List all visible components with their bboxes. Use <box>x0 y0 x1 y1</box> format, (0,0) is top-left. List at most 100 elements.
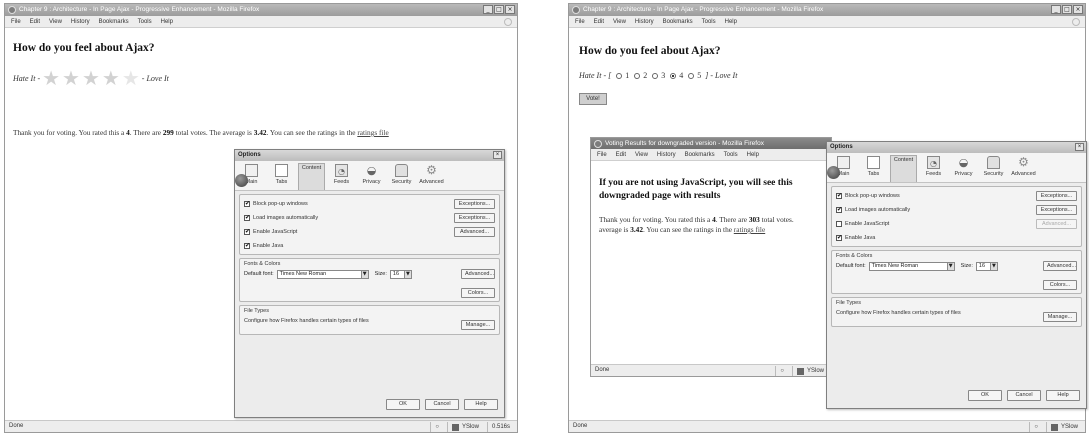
rating-radio-4[interactable] <box>670 72 677 79</box>
tab-privacy[interactable]: ◒ Privacy <box>950 155 977 182</box>
manage-button[interactable]: Manage... <box>1043 312 1077 322</box>
ratings-file-link[interactable]: ratings file <box>357 128 388 137</box>
checkbox-box-unchecked[interactable] <box>836 220 842 227</box>
menu-history[interactable]: History <box>71 16 90 27</box>
tab-advanced[interactable]: ⚙ Advanced <box>418 163 445 190</box>
cancel-button[interactable]: Cancel <box>1007 390 1041 401</box>
star-4[interactable]: ★ <box>102 68 120 88</box>
fonts-advanced-button[interactable]: Advanced... <box>461 269 495 279</box>
menu-help[interactable]: Help <box>747 149 759 160</box>
popup-exceptions-button[interactable]: Exceptions... <box>454 199 495 209</box>
load-images-checkbox[interactable]: ✔ Load images automatically Exceptions..… <box>240 212 499 223</box>
vote-button[interactable]: Vote! <box>579 93 607 105</box>
popup-exceptions-button[interactable]: Exceptions... <box>1036 191 1077 201</box>
menu-tools[interactable]: Tools <box>724 149 738 160</box>
cancel-button[interactable]: Cancel <box>425 399 459 410</box>
block-popups-checkbox[interactable]: ✔ Block pop-up windows Exceptions... <box>832 190 1081 201</box>
left-titlebar[interactable]: Chapter 9 : Architecture - In Page Ajax … <box>5 4 517 16</box>
help-button[interactable]: Help <box>464 399 498 410</box>
checkbox-box[interactable]: ✔ <box>244 200 250 207</box>
menu-file[interactable]: File <box>575 16 585 27</box>
ratings-file-link[interactable]: ratings file <box>734 225 765 234</box>
tab-advanced[interactable]: ⚙ Advanced <box>1010 155 1037 182</box>
menu-view[interactable]: View <box>635 149 648 160</box>
yslow-button[interactable]: YSlow <box>791 366 828 376</box>
enable-java-checkbox[interactable]: ✔ Enable Java <box>832 232 1081 243</box>
images-exceptions-button[interactable]: Exceptions... <box>1036 205 1077 215</box>
results-titlebar[interactable]: Voting Results for downgraded version - … <box>591 138 831 149</box>
tab-security[interactable]: Security <box>388 163 415 190</box>
tab-content[interactable]: Content <box>827 155 917 182</box>
maximize-icon[interactable]: □ <box>494 5 504 14</box>
minimize-icon[interactable]: _ <box>483 5 493 14</box>
close-icon[interactable]: × <box>1075 143 1084 151</box>
menu-help[interactable]: Help <box>725 16 737 27</box>
close-icon[interactable]: × <box>493 151 502 159</box>
default-font-select[interactable]: Times New Roman ▼ <box>868 261 955 271</box>
menu-file[interactable]: File <box>597 149 607 160</box>
checkbox-box[interactable]: ✔ <box>244 228 250 235</box>
colors-button[interactable]: Colors... <box>461 288 495 298</box>
star-1[interactable]: ★ <box>42 68 60 88</box>
menu-edit[interactable]: Edit <box>616 149 626 160</box>
enable-java-checkbox[interactable]: ✔ Enable Java <box>240 240 499 251</box>
star-5[interactable]: ★ <box>122 68 140 88</box>
menu-history[interactable]: History <box>657 149 676 160</box>
checkbox-box[interactable]: ✔ <box>836 234 842 241</box>
tab-content[interactable]: Content <box>235 163 325 190</box>
manage-button[interactable]: Manage... <box>461 320 495 330</box>
star-3[interactable]: ★ <box>82 68 100 88</box>
enable-javascript-checkbox[interactable]: ✔ Enable JavaScript Advanced... <box>240 226 499 237</box>
star-2[interactable]: ★ <box>62 68 80 88</box>
maximize-icon[interactable]: □ <box>1062 5 1072 14</box>
ok-button[interactable]: OK <box>386 399 420 410</box>
menu-help[interactable]: Help <box>161 16 173 27</box>
menu-history[interactable]: History <box>635 16 654 27</box>
options-titlebar[interactable]: Options × <box>235 150 504 161</box>
menu-edit[interactable]: Edit <box>594 16 604 27</box>
tab-tabs[interactable]: Tabs <box>860 155 887 182</box>
rating-radio-5[interactable] <box>688 72 695 79</box>
ok-button[interactable]: OK <box>968 390 1002 401</box>
menu-edit[interactable]: Edit <box>30 16 40 27</box>
menu-bookmarks[interactable]: Bookmarks <box>99 16 129 27</box>
javascript-advanced-button[interactable]: Advanced... <box>1036 219 1077 229</box>
close-icon[interactable]: × <box>1073 5 1083 14</box>
default-font-select[interactable]: Times New Roman ▼ <box>276 269 369 279</box>
tab-feeds[interactable]: ◔ Feeds <box>920 155 947 182</box>
font-size-select[interactable]: 16 ▼ <box>389 269 412 279</box>
minimize-icon[interactable]: _ <box>1051 5 1061 14</box>
checkbox-box[interactable]: ✔ <box>244 214 250 221</box>
close-icon[interactable]: × <box>505 5 515 14</box>
menu-bookmarks[interactable]: Bookmarks <box>685 149 715 160</box>
menu-tools[interactable]: Tools <box>702 16 716 27</box>
yslow-button[interactable]: YSlow <box>446 422 483 432</box>
images-exceptions-button[interactable]: Exceptions... <box>454 213 495 223</box>
tab-feeds[interactable]: ◔ Feeds <box>328 163 355 190</box>
menu-view[interactable]: View <box>613 16 626 27</box>
tab-tabs[interactable]: Tabs <box>268 163 295 190</box>
colors-button[interactable]: Colors... <box>1043 280 1077 290</box>
rating-radio-3[interactable] <box>652 72 659 79</box>
checkbox-box[interactable]: ✔ <box>836 206 842 213</box>
checkbox-box[interactable]: ✔ <box>836 192 842 199</box>
menu-tools[interactable]: Tools <box>138 16 152 27</box>
javascript-advanced-button[interactable]: Advanced... <box>454 227 495 237</box>
enable-javascript-checkbox[interactable]: Enable JavaScript Advanced... <box>832 218 1081 229</box>
font-size-select[interactable]: 16 ▼ <box>975 261 998 271</box>
menu-bookmarks[interactable]: Bookmarks <box>663 16 693 27</box>
right-titlebar[interactable]: Chapter 9 : Architecture - In Page Ajax … <box>569 4 1085 16</box>
checkbox-box[interactable]: ✔ <box>244 242 250 249</box>
tab-security[interactable]: Security <box>980 155 1007 182</box>
help-button[interactable]: Help <box>1046 390 1080 401</box>
load-images-checkbox[interactable]: ✔ Load images automatically Exceptions..… <box>832 204 1081 215</box>
menu-file[interactable]: File <box>11 16 21 27</box>
rating-radio-2[interactable] <box>634 72 641 79</box>
block-popups-checkbox[interactable]: ✔ Block pop-up windows Exceptions... <box>240 198 499 209</box>
fonts-advanced-button[interactable]: Advanced... <box>1043 261 1077 271</box>
tab-privacy[interactable]: ◒ Privacy <box>358 163 385 190</box>
rating-radio-1[interactable] <box>616 72 623 79</box>
menu-view[interactable]: View <box>49 16 62 27</box>
options-titlebar[interactable]: Options × <box>827 142 1086 153</box>
yslow-button[interactable]: YSlow <box>1045 422 1082 432</box>
